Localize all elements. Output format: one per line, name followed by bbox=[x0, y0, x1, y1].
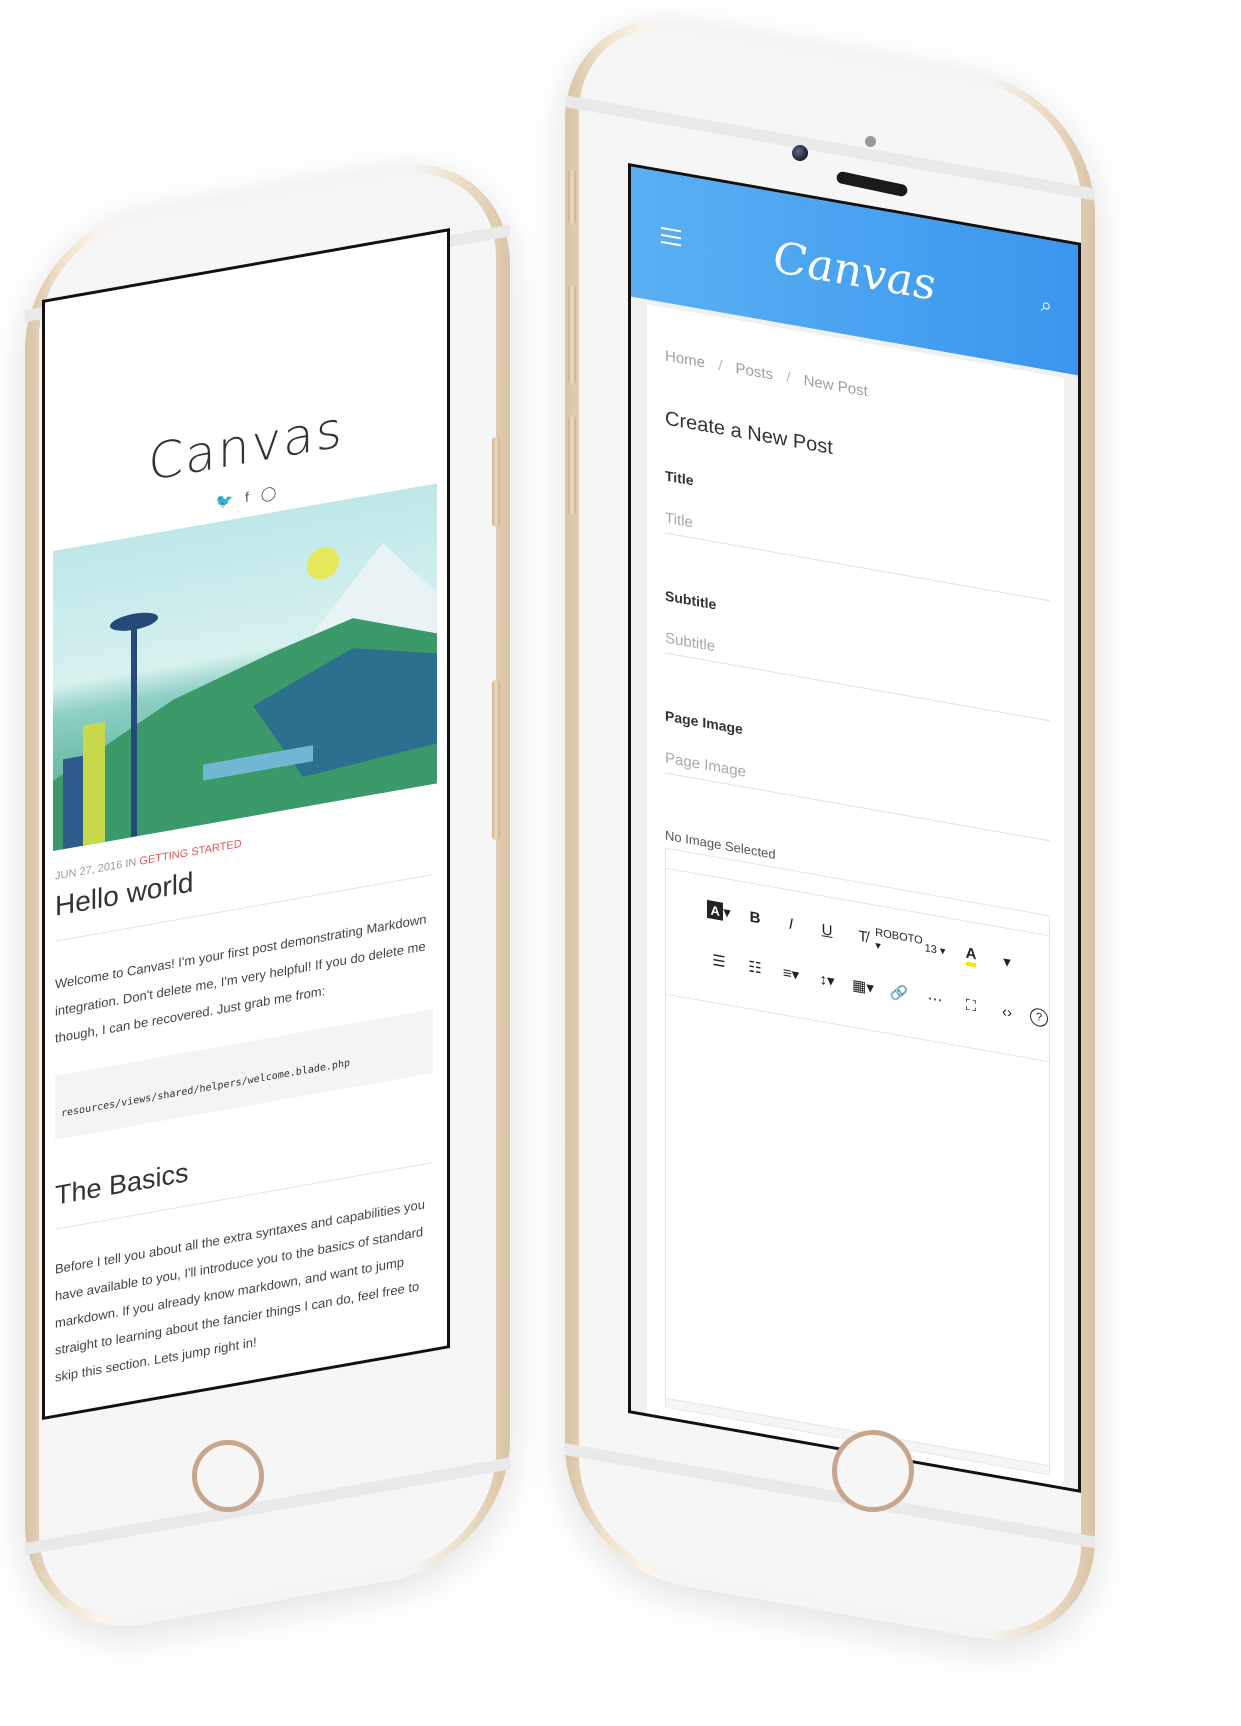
search-icon[interactable]: ⌕ bbox=[1041, 294, 1052, 319]
line-height-icon[interactable]: ↕▾ bbox=[814, 965, 840, 996]
clear-format-icon[interactable]: T̸ bbox=[850, 921, 876, 952]
align-icon[interactable]: ≡▾ bbox=[778, 958, 804, 989]
code-view-icon[interactable]: ‹› bbox=[994, 997, 1020, 1028]
right-phone-sensor bbox=[865, 136, 876, 147]
table-icon[interactable]: ▦▾ bbox=[850, 971, 876, 1002]
space-needle bbox=[131, 616, 137, 838]
rich-text-editor[interactable]: A ▾ B I U T̸ ROBOTO ▾ 13 ▾ A ▾ ☰ ☷ ≡▾ ↕▾ … bbox=[665, 847, 1050, 1476]
breadcrumb-current: New Post bbox=[803, 371, 868, 401]
bold-button[interactable]: B bbox=[742, 902, 768, 933]
right-phone-side-button[interactable] bbox=[568, 285, 576, 385]
subtitle-label: Subtitle bbox=[665, 587, 717, 613]
seattle-illustration bbox=[53, 542, 437, 852]
style-button[interactable]: A ▾ bbox=[706, 896, 732, 927]
page-image-label: Page Image bbox=[665, 707, 743, 738]
sun-icon bbox=[307, 547, 339, 580]
breadcrumb-separator: / bbox=[786, 368, 791, 387]
left-phone-side-button[interactable] bbox=[492, 680, 500, 840]
help-icon[interactable]: ? bbox=[1030, 1006, 1048, 1029]
underline-button[interactable]: U bbox=[814, 915, 840, 946]
fullscreen-icon[interactable]: ⛶ bbox=[958, 990, 984, 1021]
breadcrumb: Home / Posts / New Post bbox=[665, 348, 868, 401]
right-phone-home-button[interactable] bbox=[832, 1430, 914, 1512]
left-phone-side-button[interactable] bbox=[492, 437, 500, 527]
ordered-list-icon[interactable]: ☷ bbox=[742, 952, 768, 983]
title-label: Title bbox=[665, 467, 694, 489]
page-title: Create a New Post bbox=[665, 407, 833, 460]
title-input[interactable] bbox=[665, 502, 1050, 602]
tower-building bbox=[63, 755, 83, 850]
post-category[interactable]: GETTING STARTED bbox=[139, 838, 241, 868]
font-family-select[interactable]: ROBOTO ▾ bbox=[875, 926, 922, 958]
form-card: Home / Posts / New Post Create a New Pos… bbox=[647, 304, 1064, 1487]
github-icon[interactable]: ◯ bbox=[261, 484, 277, 503]
hero-illustration bbox=[53, 483, 437, 852]
section-heading: The Basics bbox=[55, 1157, 189, 1211]
right-phone-side-button[interactable] bbox=[568, 415, 576, 515]
breadcrumb-home[interactable]: Home bbox=[665, 348, 705, 372]
font-size-select[interactable]: 13 ▾ bbox=[922, 934, 948, 965]
left-phone-home-button[interactable] bbox=[192, 1440, 264, 1512]
facebook-icon[interactable]: f bbox=[245, 489, 249, 506]
editor-toolbar: A ▾ B I U T̸ ROBOTO ▾ 13 ▾ A ▾ ☰ ☷ ≡▾ ↕▾ … bbox=[666, 848, 1049, 1063]
italic-button[interactable]: I bbox=[778, 908, 804, 939]
right-phone-side-button[interactable] bbox=[568, 170, 576, 225]
link-icon[interactable]: 🔗 bbox=[886, 977, 912, 1008]
breadcrumb-posts[interactable]: Posts bbox=[736, 360, 774, 384]
text-color-button[interactable]: A bbox=[958, 940, 984, 971]
breadcrumb-separator: / bbox=[718, 356, 723, 375]
right-phone-camera bbox=[792, 145, 808, 161]
page-image-input[interactable] bbox=[665, 742, 1050, 842]
text-color-caret[interactable]: ▾ bbox=[994, 947, 1020, 978]
unordered-list-icon[interactable]: ☰ bbox=[706, 946, 732, 977]
admin-screen: Canvas ⌕ Home / Posts / New Post Create … bbox=[628, 163, 1081, 1493]
twitter-icon[interactable]: 🐦 bbox=[216, 491, 233, 510]
tower-building bbox=[83, 721, 105, 846]
subtitle-input[interactable] bbox=[665, 622, 1050, 722]
horizontal-rule-icon[interactable]: ⋯ bbox=[922, 984, 948, 1015]
blog-screen: Canvas 🐦 f ◯ JUN 27, 2016 IN GETTING STA… bbox=[42, 228, 450, 1420]
